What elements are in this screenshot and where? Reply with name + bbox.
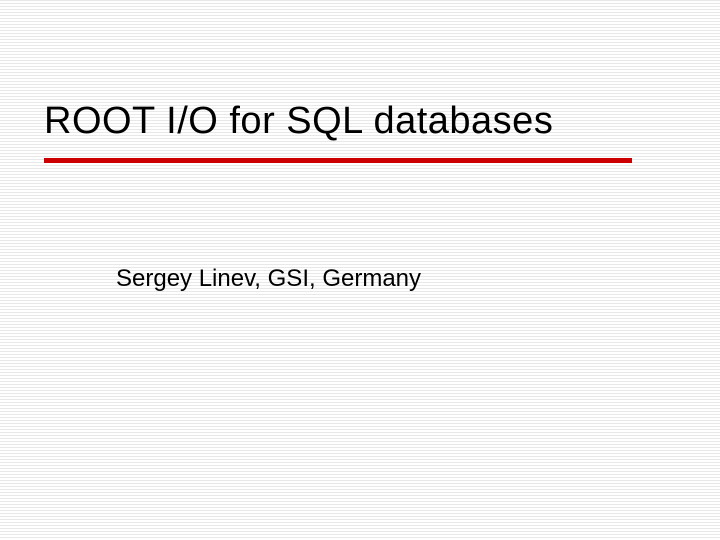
title-underline — [44, 158, 632, 163]
slide-container: ROOT I/O for SQL databases Sergey Linev,… — [0, 0, 720, 540]
slide-title: ROOT I/O for SQL databases — [44, 100, 553, 143]
slide-subtitle: Sergey Linev, GSI, Germany — [116, 265, 421, 293]
